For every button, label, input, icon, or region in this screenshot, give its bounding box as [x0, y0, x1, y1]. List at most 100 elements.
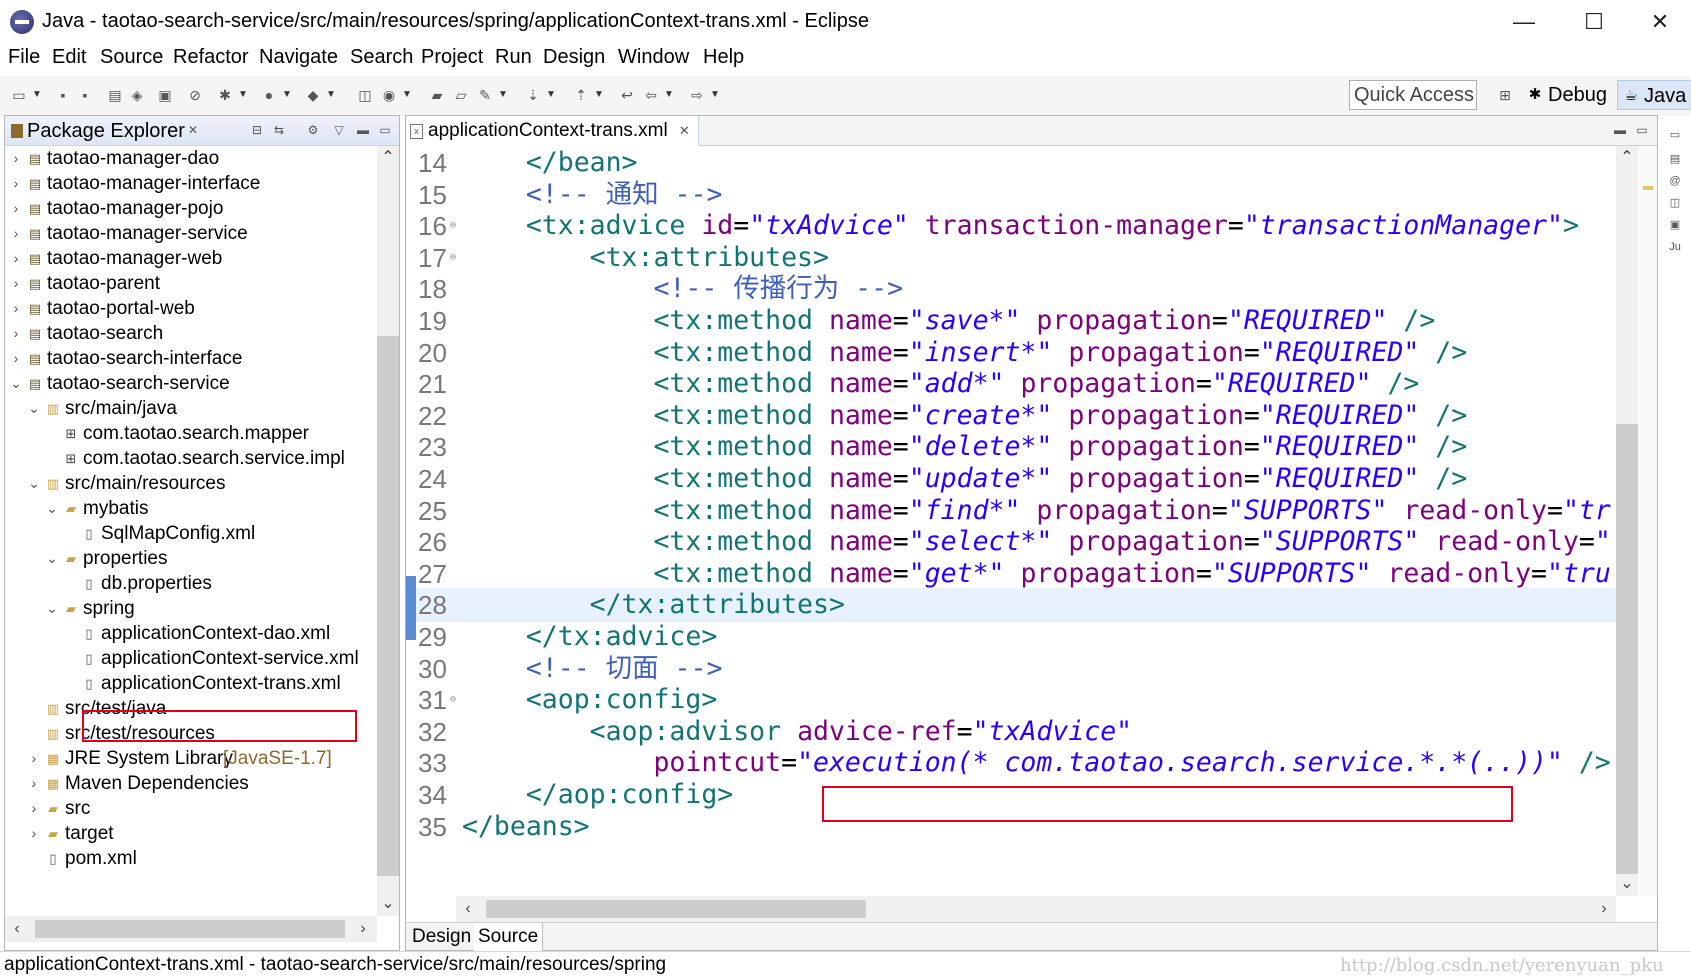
expand-chevron-icon[interactable]: › — [9, 170, 23, 197]
tree-item[interactable]: › ▤ taotao-manager-service — [5, 220, 377, 247]
tree-item[interactable]: › ▤ taotao-search-interface — [5, 345, 377, 372]
expand-chevron-icon[interactable]: › — [9, 270, 23, 297]
scroll-left-icon[interactable]: ‹ — [456, 896, 480, 922]
scroll-left-icon[interactable]: ‹ — [5, 916, 29, 942]
debug-icon[interactable]: ✱ — [216, 86, 234, 104]
collapse-chevron-icon[interactable]: ⌄ — [9, 370, 23, 397]
minimize-editor-icon[interactable]: ▬ — [1612, 122, 1628, 138]
prev-annotation-icon[interactable]: ⇡ — [572, 86, 590, 104]
code-line[interactable]: 24 <tx:method name="update*" propagation… — [406, 462, 1616, 496]
maximize-view-icon[interactable]: ▭ — [377, 122, 393, 138]
expand-chevron-icon[interactable]: › — [9, 245, 23, 272]
close-view-icon[interactable]: ✕ — [185, 122, 201, 138]
tree-item[interactable]: ▯ applicationContext-dao.xml — [5, 620, 377, 647]
code-line[interactable]: 30 <!-- 切面 --> — [406, 652, 1616, 686]
close-button[interactable]: ✕ — [1640, 6, 1680, 38]
menu-file[interactable]: File — [8, 46, 40, 69]
overview-marker[interactable] — [1643, 186, 1653, 190]
expand-chevron-icon[interactable]: › — [27, 820, 41, 847]
expand-chevron-icon[interactable]: › — [27, 745, 41, 772]
scroll-up-icon[interactable]: ⌃ — [377, 146, 399, 170]
code-line[interactable]: 19 <tx:method name="save*" propagation="… — [406, 304, 1616, 338]
code-line[interactable]: 22 <tx:method name="create*" propagation… — [406, 399, 1616, 433]
menu-window[interactable]: Window — [618, 46, 689, 69]
external-tools-dropdown-icon[interactable]: ▼ — [326, 86, 338, 104]
tree-item[interactable]: › ▦ JRE System Library [JavaSE-1.7] — [5, 745, 377, 772]
expand-chevron-icon[interactable]: › — [27, 795, 41, 822]
editor-tab[interactable]: x applicationContext-trans.xml ✕ — [406, 116, 699, 146]
tree-item[interactable]: › ▤ taotao-portal-web — [5, 295, 377, 322]
save-all-icon[interactable]: ▪ — [76, 86, 94, 104]
editor-horizontal-scrollbar[interactable]: ‹ › — [456, 896, 1616, 922]
code-area[interactable]: 14 </bean> 15 <!-- 通知 --> 16 ⊖ <tx:advice i… — [406, 146, 1616, 896]
scroll-right-icon[interactable]: › — [1592, 896, 1616, 922]
tree-item[interactable]: › ▤ taotao-search — [5, 320, 377, 347]
collapse-chevron-icon[interactable]: ⌄ — [45, 495, 59, 522]
menu-project[interactable]: Project — [421, 46, 483, 69]
new-class-icon[interactable]: ◉ — [380, 86, 398, 104]
overview-ruler[interactable] — [1638, 146, 1657, 896]
forward-icon[interactable]: ⇨ — [688, 86, 706, 104]
code-line[interactable]: 18 <!-- 传播行为 --> — [406, 272, 1616, 306]
tree-item[interactable]: ▯ SqlMapConfig.xml — [5, 520, 377, 547]
code-line[interactable]: 31 ⊖ <aop:config> — [406, 683, 1616, 717]
code-line[interactable]: 14 </bean> — [406, 146, 1616, 180]
tree-item[interactable]: ▯ applicationContext-service.xml — [5, 645, 377, 672]
tree-item[interactable]: ⌄ ▰ spring — [5, 595, 377, 622]
new-icon[interactable]: ▭ — [10, 86, 28, 104]
fold-toggle-icon[interactable]: ⊖ — [450, 241, 456, 275]
menu-design[interactable]: Design — [543, 46, 605, 69]
print-icon[interactable]: ▤ — [106, 86, 124, 104]
new-dropdown-icon[interactable]: ▼ — [32, 86, 44, 104]
code-line[interactable]: 16 ⊖ <tx:advice id="txAdvice" transaction… — [406, 209, 1616, 243]
menu-search[interactable]: Search — [350, 46, 413, 69]
console-icon[interactable]: ▣ — [156, 86, 174, 104]
expand-chevron-icon[interactable]: › — [9, 220, 23, 247]
tree-item[interactable]: ▯ pom.xml — [5, 845, 377, 872]
external-tools-icon[interactable]: ◆ — [304, 86, 322, 104]
scroll-down-icon[interactable]: ⌄ — [1616, 872, 1638, 896]
menu-help[interactable]: Help — [703, 46, 744, 69]
declaration-icon[interactable]: ◫ — [1667, 195, 1683, 211]
tree-item[interactable]: › ▤ taotao-manager-web — [5, 245, 377, 272]
tree-item[interactable]: › ▤ taotao-manager-interface — [5, 170, 377, 197]
minimize-view-icon[interactable]: ▬ — [355, 122, 371, 138]
tree-item[interactable]: ⌄ ▥ src/main/resources — [5, 470, 377, 497]
next-annotation-dropdown-icon[interactable]: ▼ — [546, 86, 558, 104]
perspective-debug[interactable]: ✱ Debug — [1522, 80, 1613, 110]
expand-chevron-icon[interactable]: › — [9, 345, 23, 372]
close-tab-icon[interactable]: ✕ — [679, 116, 690, 146]
code-line[interactable]: 20 <tx:method name="insert*" propagation… — [406, 336, 1616, 370]
link-with-editor-icon[interactable]: ⇆ — [271, 122, 287, 138]
restore-icon[interactable]: ▭ — [1667, 127, 1683, 143]
quick-access-input[interactable]: Quick Access — [1349, 80, 1477, 110]
tree-item[interactable]: ⌄ ▥ src/main/java — [5, 395, 377, 422]
package-explorer-vertical-scrollbar[interactable]: ⌃ ⌄ — [377, 146, 399, 916]
tree-item[interactable]: ⌄ ▤ taotao-search-service — [5, 370, 377, 397]
search-dropdown-icon[interactable]: ▼ — [498, 86, 510, 104]
scroll-thumb[interactable] — [486, 900, 866, 918]
tab-design[interactable]: Design — [408, 923, 477, 951]
scroll-up-icon[interactable]: ⌃ — [1616, 146, 1638, 170]
new-java-project-icon[interactable]: ◫ — [356, 86, 374, 104]
forward-dropdown-icon[interactable]: ▼ — [710, 86, 722, 104]
perspective-java[interactable]: ☕ Java — [1617, 80, 1691, 110]
tree-item[interactable]: ⊞ com.taotao.search.service.impl — [5, 445, 377, 472]
tree-item[interactable]: › ▰ target — [5, 820, 377, 847]
minimize-button[interactable]: — — [1504, 6, 1544, 38]
tree-item[interactable]: ⊞ com.taotao.search.mapper — [5, 420, 377, 447]
view-focus-icon[interactable]: ⚙ — [305, 122, 321, 138]
maximize-button[interactable]: ☐ — [1574, 6, 1614, 38]
code-line[interactable]: 17 ⊖ <tx:attributes> — [406, 241, 1616, 275]
collapse-chevron-icon[interactable]: ⌄ — [45, 545, 59, 572]
next-annotation-icon[interactable]: ⇣ — [524, 86, 542, 104]
tree-item[interactable]: › ▤ taotao-manager-pojo — [5, 195, 377, 222]
code-line[interactable]: 25 <tx:method name="find*" propagation="… — [406, 494, 1616, 528]
menu-refactor[interactable]: Refactor — [173, 46, 249, 69]
scroll-thumb[interactable] — [35, 920, 345, 938]
scroll-thumb[interactable] — [1616, 424, 1638, 874]
prev-annotation-dropdown-icon[interactable]: ▼ — [594, 86, 606, 104]
code-line[interactable]: 15 <!-- 通知 --> — [406, 178, 1616, 212]
back-dropdown-icon[interactable]: ▼ — [664, 86, 676, 104]
editor-vertical-scrollbar[interactable]: ⌃ ⌄ — [1616, 146, 1638, 896]
